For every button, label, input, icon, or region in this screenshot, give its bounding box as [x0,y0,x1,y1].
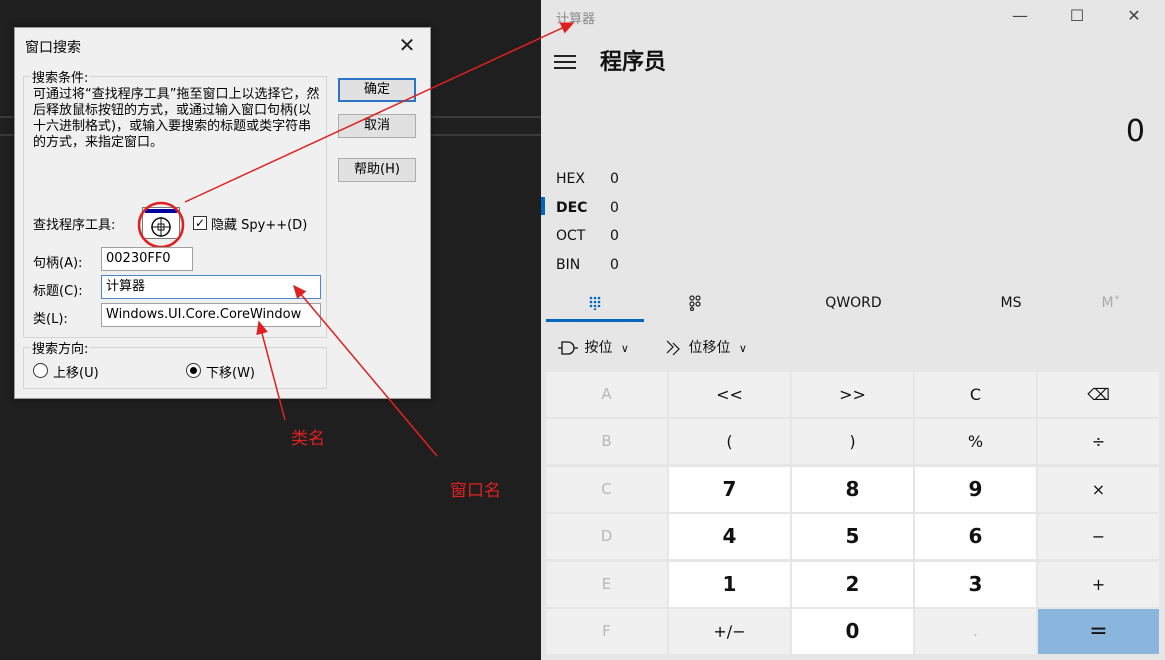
base-name: DEC [556,200,588,216]
key-hex-c[interactable]: C [546,467,667,512]
chevron-down-icon: ∨ [620,342,629,355]
bitshift-icon [666,340,680,356]
base-value: 0 [610,200,619,216]
dialog-title: 窗口搜索 [25,40,81,56]
search-criteria-label: 搜索条件: [30,67,91,86]
minus-icon[interactable]: − [1038,514,1159,559]
class-label: 类(L): [33,312,68,327]
key-negate[interactable]: +/− [669,609,790,654]
key-decimal[interactable]: . [915,609,1036,654]
base-value: 0 [610,171,619,187]
keypad-tabs: QWORD MS M˅ [541,284,1165,322]
close-icon[interactable]: ✕ [394,32,420,58]
base-value: 0 [610,228,619,244]
key-clear[interactable]: C [915,372,1036,417]
key-2[interactable]: 2 [792,562,913,607]
base-value: 0 [610,257,619,273]
caption-field[interactable]: 计算器 [101,275,321,299]
finder-tool-label: 查找程序工具: [33,218,116,233]
class-field[interactable]: Windows.UI.Core.CoreWindow [101,303,321,327]
base-name: BIN [556,257,581,273]
base-row-oct[interactable]: OCT 0 [556,222,756,250]
tab-word-size[interactable]: QWORD [791,284,916,322]
tab-bit-toggle[interactable] [645,284,745,322]
key-hex-f[interactable]: F [546,609,667,654]
bit-toggle-icon [689,295,701,312]
key-hex-e[interactable]: E [546,562,667,607]
key-8[interactable]: 8 [792,467,913,512]
active-base-indicator [541,197,545,215]
tab-memory-list[interactable]: M˅ [1081,284,1141,322]
class-name-annotation: 类名 [291,429,325,449]
key-hex-a[interactable]: A [546,372,667,417]
help-button[interactable]: 帮助(H) [338,158,416,182]
key-open-paren[interactable]: ( [669,419,790,464]
keypad: A << >> C ⌫ B ( ) % ÷ C 7 8 9 × D 4 5 6 … [546,372,1160,657]
base-name: OCT [556,228,586,244]
key-hex-d[interactable]: D [546,514,667,559]
key-percent[interactable]: % [915,419,1036,464]
caption-label: 标题(C): [33,284,83,299]
tab-full-keypad[interactable] [546,284,644,322]
plus-icon[interactable]: + [1038,562,1159,607]
window-name-annotation: 窗口名 [450,481,501,501]
bitwise-dropdown[interactable]: 按位 ∨ [556,337,629,359]
key-close-paren[interactable]: ) [792,419,913,464]
up-radio-label: 上移(U) [53,366,99,381]
key-shift-left[interactable]: << [669,372,790,417]
bitwise-label: 按位 [584,340,613,356]
down-radio[interactable] [186,363,201,378]
handle-field[interactable]: 00230FF0 [101,247,193,271]
key-hex-b[interactable]: B [546,419,667,464]
instructions-text: 可通过将“查找程序工具”拖至窗口上以选择它，然后释放鼠标按钮的方式，或通过输入窗… [33,87,320,150]
key-3[interactable]: 3 [915,562,1036,607]
base-name: HEX [556,171,585,187]
down-radio-label: 下移(W) [206,366,255,381]
key-9[interactable]: 9 [915,467,1036,512]
bitshift-dropdown[interactable]: 位移位 ∨ [664,337,747,359]
key-shift-right[interactable]: >> [792,372,913,417]
key-1[interactable]: 1 [669,562,790,607]
calculator-title: 计算器 [556,12,596,27]
mode-title: 程序员 [600,50,667,75]
maximize-icon[interactable]: ☐ [1062,4,1092,28]
equals-icon[interactable]: = [1038,609,1159,654]
handle-label: 句柄(A): [33,256,83,271]
divide-icon[interactable]: ÷ [1038,419,1159,464]
ok-button[interactable]: 确定 [338,78,416,102]
close-icon[interactable]: ✕ [1119,4,1149,28]
hide-spy-label: 隐藏 Spy++(D) [211,218,308,233]
minimize-icon[interactable]: — [1005,4,1035,28]
up-radio[interactable] [33,363,48,378]
base-row-bin[interactable]: BIN 0 [556,251,756,279]
keypad-icon [589,296,601,311]
key-5[interactable]: 5 [792,514,913,559]
multiply-icon[interactable]: × [1038,467,1159,512]
result-display: 0 [1125,114,1145,149]
key-4[interactable]: 4 [669,514,790,559]
key-6[interactable]: 6 [915,514,1036,559]
active-tab-underline [546,319,644,322]
logic-gate-icon [558,341,578,355]
key-0[interactable]: 0 [792,609,913,654]
base-row-hex[interactable]: HEX 0 [556,165,756,193]
search-direction-label: 搜索方向: [30,338,91,357]
bitshift-label: 位移位 [688,340,731,356]
hide-spy-checkbox[interactable]: ✓ [193,216,207,230]
cancel-button[interactable]: 取消 [338,114,416,138]
chevron-down-icon: ∨ [738,342,747,355]
backspace-icon[interactable]: ⌫ [1038,372,1159,417]
find-window-dialog: 窗口搜索 ✕ 搜索条件: 可通过将“查找程序工具”拖至窗口上以选择它，然后释放鼠… [14,27,431,399]
menu-icon[interactable] [554,53,578,69]
base-row-dec[interactable]: DEC 0 [556,194,756,222]
calculator-window: 计算器 — ☐ ✕ 程序员 0 HEX 0 DEC 0 OCT 0 BIN 0 [541,0,1165,660]
key-7[interactable]: 7 [669,467,790,512]
tab-memory-store[interactable]: MS [961,284,1061,322]
